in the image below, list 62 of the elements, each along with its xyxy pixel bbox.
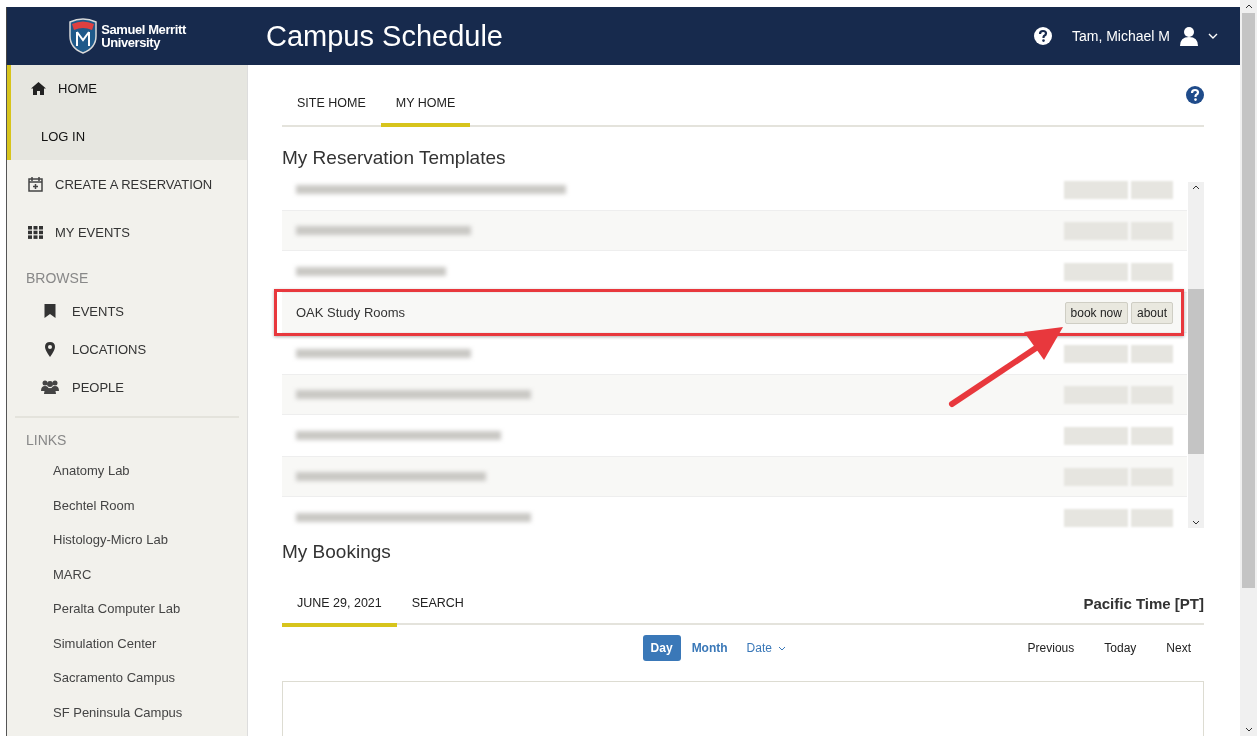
blurred-button	[1131, 262, 1173, 281]
logo-wordmark: Samuel Merritt	[101, 23, 186, 36]
sidebar-item[interactable]: CREATE A RESERVATION	[7, 160, 247, 208]
sidebar-link[interactable]: SF Peninsula Campus	[7, 695, 183, 730]
tab[interactable]: SITE HOME	[282, 85, 381, 127]
sidebar-item[interactable]: LOCATIONS	[7, 330, 247, 368]
logo-wordmark: University	[101, 36, 162, 49]
timezone-label: Pacific Time [PT]	[1083, 595, 1204, 614]
chevron-down-icon[interactable]	[1244, 727, 1253, 732]
chevron-up-icon[interactable]	[1244, 4, 1253, 9]
sidebar-link[interactable]: Histology-Micro Lab	[7, 523, 168, 558]
people-icon	[41, 380, 59, 394]
section-heading: BROWSE	[25, 269, 90, 288]
page-scrollbar[interactable]	[1240, 0, 1257, 736]
tab[interactable]: MY HOME	[380, 85, 471, 127]
book-now-button[interactable]: book now	[1064, 301, 1128, 324]
nav-button[interactable]: Next	[1153, 635, 1204, 661]
tab[interactable]: SEARCH	[396, 585, 479, 627]
user-name[interactable]: Tam, Michael M	[1071, 28, 1170, 44]
blurred-button	[1131, 344, 1173, 363]
view-button[interactable]: Month	[683, 635, 736, 661]
blurred-button	[1064, 262, 1128, 281]
app-title: Campus Schedule	[266, 19, 504, 53]
help-icon[interactable]	[1186, 86, 1204, 104]
shield-logo-icon	[68, 18, 99, 54]
tab[interactable]: JUNE 29, 2021	[282, 585, 397, 627]
blurred-button	[1064, 344, 1128, 363]
section-heading: LINKS	[25, 431, 68, 450]
sidebar-link[interactable]: Anatomy Lab	[7, 454, 130, 489]
home-icon	[31, 82, 46, 95]
blurred-button	[1064, 508, 1128, 527]
chevron-down-icon[interactable]	[1192, 520, 1200, 525]
help-icon[interactable]	[1033, 27, 1052, 45]
sidebar-link[interactable]: Bechtel Room	[7, 488, 135, 523]
grid-icon	[28, 225, 43, 239]
section-title: My Reservation Templates	[282, 147, 507, 169]
sidebar-item[interactable]: PEOPLE	[7, 368, 247, 406]
sidebar-item[interactable]: MY EVENTS	[7, 208, 247, 256]
chevron-up-icon[interactable]	[1192, 185, 1200, 190]
blurred-button	[1064, 426, 1128, 445]
sidebar-item[interactable]: HOME	[7, 65, 247, 112]
sidebar-item[interactable]: EVENTS	[7, 292, 247, 330]
nav-button[interactable]: Previous	[1014, 635, 1088, 661]
blurred-button	[1064, 180, 1128, 199]
section-title: My Bookings	[282, 541, 392, 563]
date-dropdown[interactable]: Date	[738, 635, 794, 661]
chevron-down-icon	[777, 645, 786, 651]
nav-button[interactable]: Today	[1091, 635, 1150, 661]
sidebar-link[interactable]: Peralta Computer Lab	[7, 592, 181, 627]
blurred-button	[1131, 426, 1173, 445]
view-button[interactable]: Day	[642, 635, 681, 661]
template-name: OAK Study Rooms	[296, 305, 407, 320]
about-button[interactable]: about	[1130, 301, 1173, 324]
user-icon[interactable]	[1180, 26, 1198, 46]
scrollbar[interactable]	[1188, 182, 1204, 528]
calendar-plus-icon	[28, 176, 43, 192]
sidebar-link[interactable]: MARC	[7, 557, 92, 592]
sidebar-item[interactable]: LOG IN	[7, 112, 247, 160]
sidebar-link[interactable]: Simulation Center	[7, 626, 157, 661]
sidebar-link[interactable]: Sacramento Campus	[7, 661, 176, 696]
blurred-button	[1131, 180, 1173, 199]
blurred-button	[1131, 508, 1173, 527]
